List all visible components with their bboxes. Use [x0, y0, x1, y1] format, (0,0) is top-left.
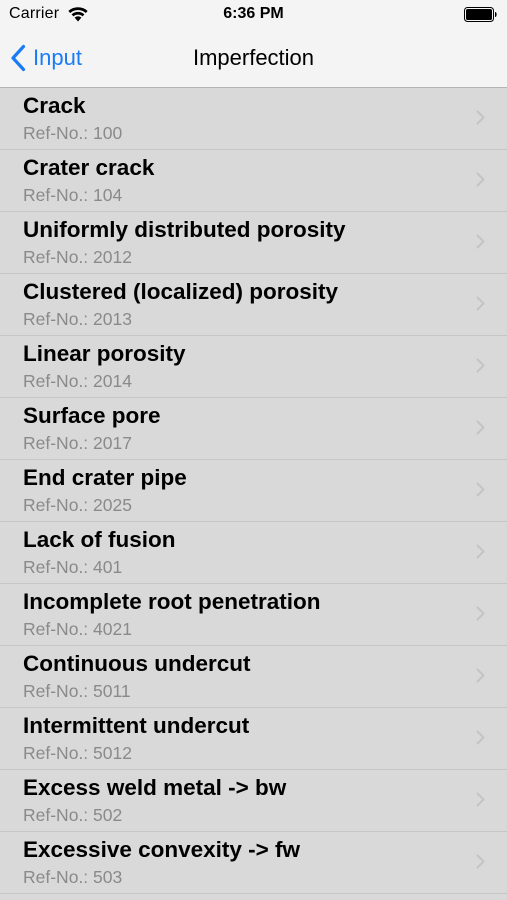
list-item[interactable]: Intermittent undercut Ref-No.: 5012: [0, 708, 507, 770]
chevron-right-icon: [476, 234, 485, 249]
item-ref-number: Ref-No.: 2012: [23, 247, 132, 267]
item-title: Excess weld metal -> bw: [23, 775, 287, 800]
item-title: Uniformly distributed porosity: [23, 217, 346, 242]
chevron-right-icon: [476, 420, 485, 435]
list-item[interactable]: End crater pipe Ref-No.: 2025: [0, 460, 507, 522]
item-title: Surface pore: [23, 403, 161, 428]
item-ref-number: Ref-No.: 503: [23, 867, 123, 887]
chevron-right-icon: [476, 172, 485, 187]
list-item[interactable]: Clustered (localized) porosity Ref-No.: …: [0, 274, 507, 336]
chevron-right-icon: [476, 482, 485, 497]
item-ref-number: Ref-No.: 4021: [23, 619, 132, 639]
item-ref-number: Ref-No.: 401: [23, 557, 123, 577]
list-item[interactable]: Crater crack Ref-No.: 104: [0, 150, 507, 212]
status-bar: Carrier 6:36 PM: [0, 0, 507, 30]
item-ref-number: Ref-No.: 2025: [23, 495, 132, 515]
chevron-right-icon: [476, 296, 485, 311]
navigation-bar: Input Imperfection: [0, 30, 507, 88]
chevron-right-icon: [476, 730, 485, 745]
chevron-right-icon: [476, 544, 485, 559]
item-title: Crater crack: [23, 155, 155, 180]
list-item[interactable]: Linear porosity Ref-No.: 2014: [0, 336, 507, 398]
chevron-right-icon: [476, 110, 485, 125]
list-item[interactable]: Uniformly distributed porosity Ref-No.: …: [0, 212, 507, 274]
item-ref-number: Ref-No.: 100: [23, 123, 123, 143]
item-title: Lack of fusion: [23, 527, 176, 552]
imperfection-list: Crack Ref-No.: 100 Crater crack Ref-No.:…: [0, 88, 507, 900]
page-title: Imperfection: [192, 45, 315, 70]
chevron-right-icon: [476, 668, 485, 683]
battery-icon: [464, 7, 497, 22]
list-item[interactable]: Incomplete root penetration Ref-No.: 402…: [0, 584, 507, 646]
chevron-right-icon: [476, 606, 485, 621]
item-title: Excessive convexity -> fw: [23, 837, 301, 862]
status-time: 6:36 PM: [223, 5, 284, 22]
item-title: Incomplete root penetration: [23, 589, 321, 614]
item-title: Intermittent undercut: [23, 713, 250, 738]
list-item[interactable]: Excess weld metal -> bw Ref-No.: 502: [0, 770, 507, 832]
list-item[interactable]: Surface pore Ref-No.: 2017: [0, 398, 507, 460]
screen: Carrier 6:36 PM Input Imperfection Crack…: [0, 0, 507, 900]
list-item[interactable]: Continuous undercut Ref-No.: 5011: [0, 646, 507, 708]
item-title: Clustered (localized) porosity: [23, 279, 339, 304]
item-title: End crater pipe: [23, 465, 187, 490]
chevron-right-icon: [476, 854, 485, 869]
item-title: Continuous undercut: [23, 651, 251, 676]
list-item[interactable]: Excessive convexity -> fw Ref-No.: 503: [0, 832, 507, 894]
item-ref-number: Ref-No.: 5012: [23, 743, 132, 763]
item-ref-number: Ref-No.: 2014: [23, 371, 132, 391]
item-ref-number: Ref-No.: 5011: [23, 681, 131, 701]
chevron-right-icon: [476, 792, 485, 807]
list-item[interactable]: Crack Ref-No.: 100: [0, 88, 507, 150]
item-ref-number: Ref-No.: 104: [23, 185, 123, 205]
item-ref-number: Ref-No.: 502: [23, 805, 123, 825]
item-title: Linear porosity: [23, 341, 186, 366]
item-title: Crack: [23, 93, 86, 118]
item-ref-number: Ref-No.: 2013: [23, 309, 132, 329]
item-ref-number: Ref-No.: 2017: [23, 433, 132, 453]
list-item[interactable]: Lack of fusion Ref-No.: 401: [0, 522, 507, 584]
chevron-right-icon: [476, 358, 485, 373]
